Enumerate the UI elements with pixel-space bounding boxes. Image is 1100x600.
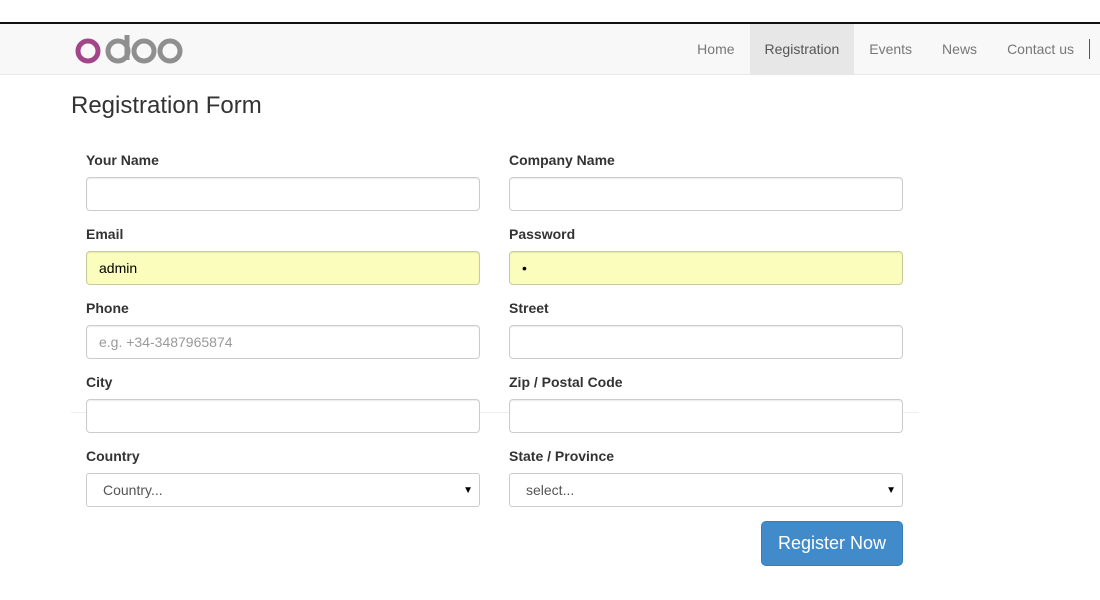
company-name-group: Company Name <box>509 152 903 211</box>
nav-events[interactable]: Events <box>854 24 927 74</box>
top-border <box>0 0 1100 24</box>
state-select[interactable]: select... ▼ <box>509 473 903 507</box>
country-group: Country Country... ▼ <box>86 448 480 507</box>
register-now-button[interactable]: Register Now <box>761 521 903 566</box>
email-group: Email <box>86 226 480 285</box>
password-label: Password <box>509 226 576 242</box>
zip-group: Zip / Postal Code <box>509 374 903 433</box>
state-selected-value: select... <box>526 482 575 498</box>
street-input[interactable] <box>509 325 903 359</box>
country-label: Country <box>86 448 140 464</box>
page-title: Registration Form <box>71 92 262 119</box>
your-name-label: Your Name <box>86 152 159 168</box>
password-group: Password <box>509 226 903 285</box>
phone-label: Phone <box>86 300 129 316</box>
your-name-input[interactable] <box>86 177 480 211</box>
country-select[interactable]: Country... ▼ <box>86 473 480 507</box>
zip-input[interactable] <box>509 399 903 433</box>
odoo-logo[interactable] <box>74 33 184 65</box>
email-input[interactable] <box>86 251 480 285</box>
phone-input[interactable] <box>86 325 480 359</box>
nav-divider <box>1089 39 1090 59</box>
company-name-input[interactable] <box>509 177 903 211</box>
password-input[interactable] <box>509 251 903 285</box>
country-selected-value: Country... <box>103 482 163 498</box>
city-label: City <box>86 374 113 390</box>
nav-contact-us[interactable]: Contact us <box>992 24 1089 74</box>
email-label: Email <box>86 226 124 242</box>
company-name-label: Company Name <box>509 152 615 168</box>
nav-registration[interactable]: Registration <box>749 24 855 74</box>
navbar: Home Registration Events News Contact us <box>0 24 1100 75</box>
city-group: City <box>86 374 480 433</box>
your-name-group: Your Name <box>86 152 480 211</box>
street-label: Street <box>509 300 549 316</box>
nav-news[interactable]: News <box>927 24 992 74</box>
chevron-down-icon: ▼ <box>886 484 896 496</box>
state-group: State / Province select... ▼ <box>509 448 903 507</box>
city-input[interactable] <box>86 399 480 433</box>
state-label: State / Province <box>509 448 615 464</box>
phone-group: Phone <box>86 300 480 359</box>
chevron-down-icon: ▼ <box>463 484 473 496</box>
zip-label: Zip / Postal Code <box>509 374 623 390</box>
nav-home[interactable]: Home <box>682 24 749 74</box>
street-group: Street <box>509 300 903 359</box>
main-nav: Home Registration Events News Contact us <box>682 24 1090 74</box>
